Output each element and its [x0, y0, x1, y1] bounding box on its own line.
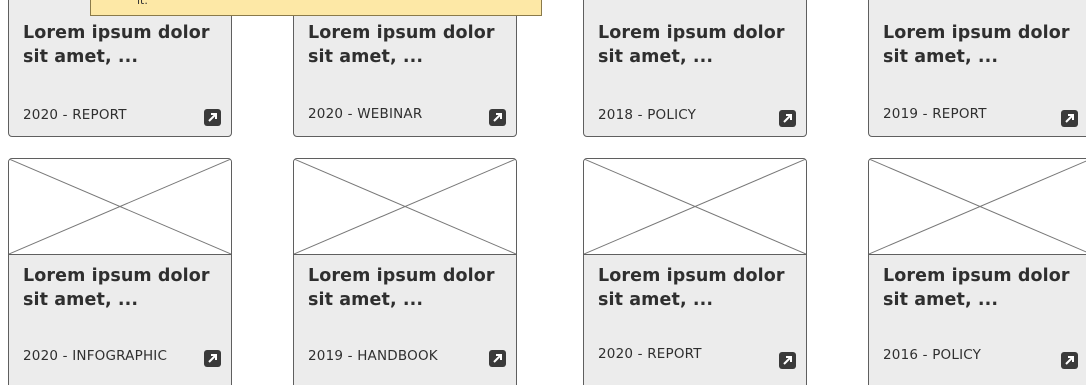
external-link-icon[interactable]: [204, 109, 221, 126]
resource-card[interactable]: Lorem ipsum dolor sit amet, ... 2020 - R…: [8, 0, 232, 137]
card-meta: 2020 - WEBINAR: [308, 106, 423, 122]
external-link-icon[interactable]: [779, 110, 796, 127]
card-title: Lorem ipsum dolor sit amet, ...: [883, 21, 1083, 69]
resource-card[interactable]: Lorem ipsum dolor sit amet, ... 2020 - I…: [8, 158, 232, 385]
image-placeholder-icon: [9, 159, 231, 255]
external-link-icon[interactable]: [1061, 110, 1078, 127]
card-title-line: Lorem ipsum dolor: [308, 266, 495, 286]
resource-card[interactable]: Lorem ipsum dolor sit amet, ... 2018 - P…: [583, 0, 807, 137]
resource-card[interactable]: Lorem ipsum dolor sit amet, ... 2020 - R…: [583, 158, 807, 385]
card-title-line: Lorem ipsum dolor: [308, 23, 495, 43]
card-title: Lorem ipsum dolor sit amet, ...: [598, 21, 798, 69]
card-title-line: sit amet, ...: [883, 290, 999, 310]
card-title-line: Lorem ipsum dolor: [23, 23, 210, 43]
card-title: Lorem ipsum dolor sit amet, ...: [23, 21, 223, 69]
card-meta: 2020 - REPORT: [598, 346, 702, 362]
external-link-icon[interactable]: [204, 350, 221, 367]
card-title-line: Lorem ipsum dolor: [23, 266, 210, 286]
image-placeholder-icon: [869, 159, 1086, 255]
card-meta: 2019 - HANDBOOK: [308, 348, 438, 364]
image-placeholder-icon: [294, 159, 516, 255]
card-title-line: sit amet, ...: [598, 290, 714, 310]
card-title-line: sit amet, ...: [23, 47, 139, 67]
card-meta: 2018 - POLICY: [598, 107, 697, 123]
card-title-line: Lorem ipsum dolor: [883, 266, 1070, 286]
card-meta: 2016 - POLICY: [883, 347, 982, 363]
card-title-line: sit amet, ...: [308, 47, 424, 67]
card-title-line: sit amet, ...: [23, 290, 139, 310]
card-title-line: Lorem ipsum dolor: [883, 23, 1070, 43]
external-link-icon[interactable]: [1061, 352, 1078, 369]
card-title: Lorem ipsum dolor sit amet, ...: [23, 264, 223, 312]
external-link-icon[interactable]: [779, 352, 796, 369]
card-title: Lorem ipsum dolor sit amet, ...: [308, 21, 508, 69]
external-link-icon[interactable]: [489, 109, 506, 126]
card-meta: 2019 - REPORT: [883, 106, 987, 122]
card-title-line: Lorem ipsum dolor: [598, 23, 785, 43]
image-placeholder-icon: [584, 159, 806, 255]
tooltip: it.: [90, 0, 542, 16]
card-title-line: sit amet, ...: [883, 47, 999, 67]
card-title-line: sit amet, ...: [598, 47, 714, 67]
card-title-line: Lorem ipsum dolor: [598, 266, 785, 286]
card-title-line: sit amet, ...: [308, 290, 424, 310]
resource-card[interactable]: Lorem ipsum dolor sit amet, ... 2016 - P…: [868, 158, 1086, 385]
card-title: Lorem ipsum dolor sit amet, ...: [308, 264, 508, 312]
external-link-icon[interactable]: [489, 350, 506, 367]
resource-card[interactable]: Lorem ipsum dolor sit amet, ... 2020 - W…: [293, 0, 517, 137]
card-title: Lorem ipsum dolor sit amet, ...: [598, 264, 798, 312]
resource-card[interactable]: Lorem ipsum dolor sit amet, ... 2019 - H…: [293, 158, 517, 385]
card-title: Lorem ipsum dolor sit amet, ...: [883, 264, 1083, 312]
resource-card[interactable]: Lorem ipsum dolor sit amet, ... 2019 - R…: [868, 0, 1086, 137]
card-meta: 2020 - INFOGRAPHIC: [23, 348, 168, 364]
card-meta: 2020 - REPORT: [23, 107, 127, 123]
resource-card-grid: Lorem ipsum dolor sit amet, ... 2020 - R…: [0, 0, 1086, 385]
